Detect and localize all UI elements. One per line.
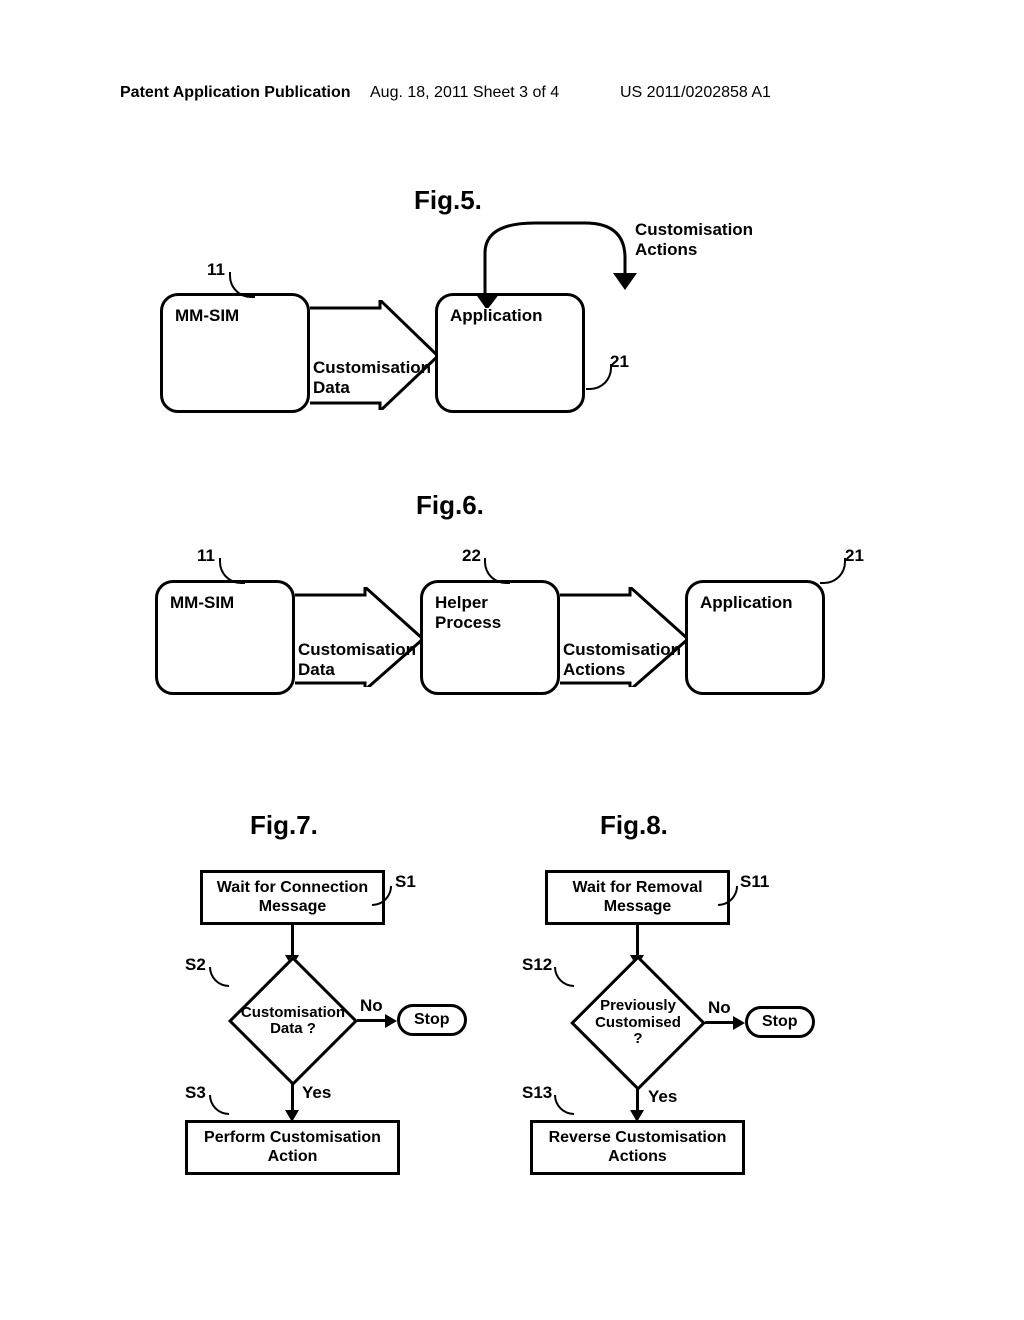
fig6-ref21-leader [820, 558, 846, 584]
fig6-helper-label: Helper Process [435, 593, 515, 633]
fig8-s13-text: Reverse Customisation Actions [533, 1129, 742, 1166]
fig7-s2-leader [209, 967, 229, 987]
fig7-no-arrowhead [385, 1014, 397, 1028]
header-right: US 2011/0202858 A1 [620, 84, 771, 102]
fig8-s11-text: Wait for Removal Message [548, 879, 727, 916]
fig8-s12-text: Previously Customised ? [593, 978, 683, 1068]
fig7-no-label: No [360, 996, 383, 1016]
fig8-yes-line [636, 1088, 639, 1112]
fig8-s11-box: Wait for Removal Message [545, 870, 730, 925]
fig5-app-label: Application [450, 306, 543, 325]
fig8-no-arrowhead [733, 1016, 745, 1030]
fig6-ref-22: 22 [462, 546, 481, 566]
fig5-ref-21: 21 [610, 352, 629, 372]
fig5-selfloop-label: Customisation Actions [635, 220, 765, 260]
fig8-no-label: No [708, 998, 731, 1018]
fig8-no-line [705, 1021, 735, 1024]
header-left: Patent Application Publication [120, 84, 351, 102]
fig6-app-box: Application [685, 580, 825, 695]
fig8-stop: Stop [745, 1006, 815, 1038]
header-mid: Aug. 18, 2011 Sheet 3 of 4 [370, 84, 559, 102]
fig6-helper-box: Helper Process [420, 580, 560, 695]
fig7-title: Fig.7. [250, 810, 318, 841]
fig8-s13-ref: S13 [522, 1083, 552, 1103]
fig8-arrow-s11-s12 [636, 925, 639, 957]
fig6-mmsim-label: MM-SIM [170, 593, 234, 612]
fig7-s1-text: Wait for Connection Message [203, 879, 382, 916]
fig8-s11-leader [718, 886, 738, 906]
fig5-arrow-label: Customisation Data [313, 358, 433, 398]
fig6-arrow2-label: Customisation Actions [563, 640, 683, 680]
fig7-s3-box: Perform Customisation Action [185, 1120, 400, 1175]
fig6-ref-11: 11 [197, 546, 215, 566]
fig7-s3-ref: S3 [185, 1083, 206, 1103]
fig7-s2-diamond: Customisation Data ? [228, 956, 358, 1086]
fig8-yes-label: Yes [648, 1087, 677, 1107]
fig7-s1-leader [372, 886, 392, 906]
fig5-mmsim-box: MM-SIM [160, 293, 310, 413]
fig7-s3-leader [209, 1095, 229, 1115]
fig7-s3-text: Perform Customisation Action [188, 1129, 397, 1166]
fig7-stop: Stop [397, 1004, 467, 1036]
fig7-arrow-s1-s2 [291, 925, 294, 957]
fig6-mmsim-box: MM-SIM [155, 580, 295, 695]
fig5-title: Fig.5. [414, 185, 482, 216]
fig6-arrow1-label: Customisation Data [298, 640, 418, 680]
fig8-s12-ref: S12 [522, 955, 552, 975]
fig7-no-line [357, 1019, 387, 1022]
fig7-yes-label: Yes [302, 1083, 331, 1103]
fig5-app-box: Application [435, 293, 585, 413]
fig8-s11-ref: S11 [740, 872, 769, 892]
fig8-s12-diamond: Previously Customised ? [570, 955, 706, 1091]
fig7-s2-ref: S2 [185, 955, 206, 975]
fig5-ref21-leader [586, 364, 612, 390]
fig5-mmsim-label: MM-SIM [175, 306, 239, 325]
fig8-s13-box: Reverse Customisation Actions [530, 1120, 745, 1175]
fig5-ref-11: 11 [207, 260, 225, 280]
fig8-s13-leader [554, 1095, 574, 1115]
fig7-s1-box: Wait for Connection Message [200, 870, 385, 925]
fig7-yes-line [291, 1082, 294, 1112]
fig6-title: Fig.6. [416, 490, 484, 521]
fig7-s1-ref: S1 [395, 872, 416, 892]
fig6-ref-21: 21 [845, 546, 864, 566]
fig5-selfloop-arrow [475, 218, 645, 308]
fig8-s12-leader [554, 967, 574, 987]
fig8-title: Fig.8. [600, 810, 668, 841]
fig6-app-label: Application [700, 593, 793, 612]
fig7-s2-text: Customisation Data ? [250, 978, 336, 1064]
